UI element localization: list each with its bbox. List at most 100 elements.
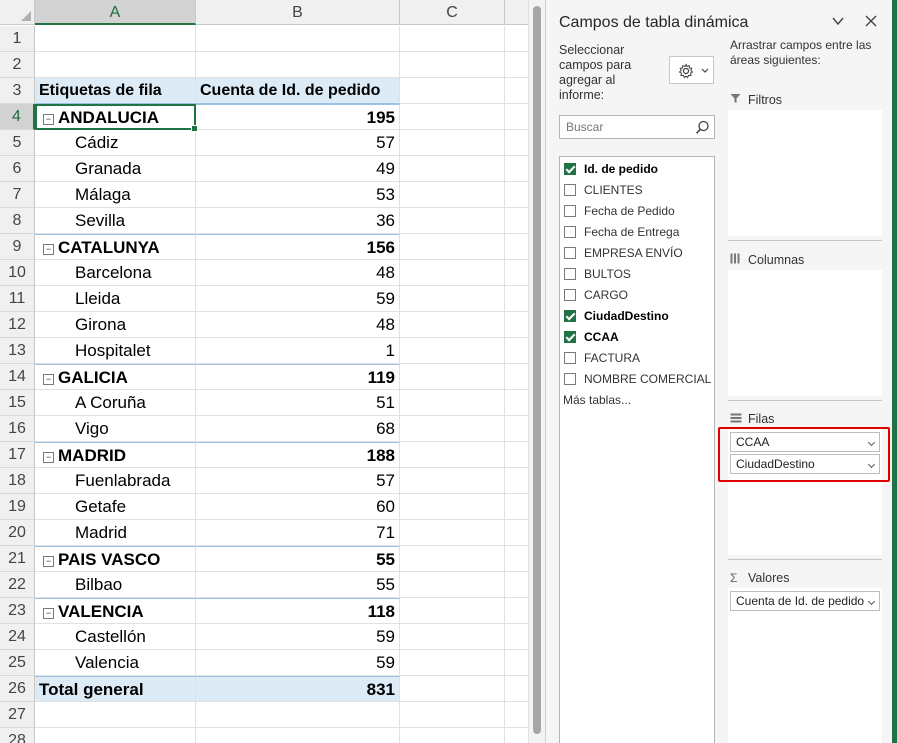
columns-area[interactable]: Columnas	[728, 248, 882, 398]
empty-cell[interactable]	[505, 338, 528, 364]
field-checkbox[interactable]	[564, 163, 576, 175]
row-header[interactable]: 22	[0, 572, 35, 598]
pivot-group-value[interactable]: 188	[196, 442, 400, 468]
column-header-b[interactable]: B	[196, 0, 400, 25]
tools-gear-button[interactable]	[669, 56, 714, 84]
pivot-item-label[interactable]: Granada	[35, 156, 196, 182]
values-field-chip[interactable]: Cuenta de Id. de pedido	[730, 591, 880, 611]
pivot-item-value[interactable]: 48	[196, 312, 400, 338]
vertical-scrollbar[interactable]	[528, 0, 545, 743]
row-header[interactable]: 18	[0, 468, 35, 494]
row-header[interactable]: 11	[0, 286, 35, 312]
empty-cell[interactable]	[400, 312, 505, 338]
field-checkbox[interactable]	[564, 373, 576, 385]
empty-cell[interactable]	[505, 676, 528, 702]
collapse-toggle-icon[interactable]: −	[43, 452, 54, 463]
row-header[interactable]: 21	[0, 546, 35, 572]
row-header[interactable]: 4	[0, 104, 35, 130]
empty-cell[interactable]	[400, 286, 505, 312]
pivot-row-labels-header[interactable]: Etiquetas de fila	[35, 78, 196, 104]
collapse-toggle-icon[interactable]: −	[43, 374, 54, 385]
empty-cell[interactable]	[505, 234, 528, 260]
empty-cell[interactable]	[35, 728, 196, 743]
empty-cell[interactable]	[400, 260, 505, 286]
field-checkbox[interactable]	[564, 289, 576, 301]
empty-cell[interactable]	[400, 416, 505, 442]
pivot-item-label[interactable]: Lleida	[35, 286, 196, 312]
empty-cell[interactable]	[196, 702, 400, 728]
pivot-item-label[interactable]: Barcelona	[35, 260, 196, 286]
pivot-group-label[interactable]: − VALENCIA	[35, 598, 196, 624]
pivot-item-label[interactable]: Girona	[35, 312, 196, 338]
pivot-item-value[interactable]: 55	[196, 572, 400, 598]
column-header-c[interactable]: C	[400, 0, 505, 25]
row-header[interactable]: 6	[0, 156, 35, 182]
chevron-down-icon[interactable]	[867, 597, 876, 606]
row-header[interactable]: 27	[0, 702, 35, 728]
row-header[interactable]: 7	[0, 182, 35, 208]
pivot-item-value[interactable]: 1	[196, 338, 400, 364]
empty-cell[interactable]	[505, 182, 528, 208]
pivot-item-label[interactable]: Getafe	[35, 494, 196, 520]
empty-cell[interactable]	[505, 312, 528, 338]
collapse-toggle-icon[interactable]: −	[43, 244, 54, 255]
row-header[interactable]: 14	[0, 364, 35, 390]
empty-cell[interactable]	[400, 234, 505, 260]
row-header[interactable]: 28	[0, 728, 35, 743]
pivot-item-label[interactable]: Castellón	[35, 624, 196, 650]
pivot-group-value[interactable]: 156	[196, 234, 400, 260]
empty-cell[interactable]	[400, 572, 505, 598]
empty-cell[interactable]	[505, 130, 528, 156]
pivot-group-value[interactable]: 55	[196, 546, 400, 572]
empty-cell[interactable]	[35, 26, 196, 52]
spreadsheet-grid[interactable]: A B C 1 2 3 4 5 6 7 8 9 10 11 12 13 14 15 16 17 18 19 20 21 2…	[0, 0, 528, 743]
empty-cell[interactable]	[505, 728, 528, 743]
empty-cell[interactable]	[505, 546, 528, 572]
pivot-group-value[interactable]: 195	[196, 104, 400, 130]
pivot-item-value[interactable]: 36	[196, 208, 400, 234]
empty-cell[interactable]	[400, 702, 505, 728]
column-header-d[interactable]	[505, 0, 528, 25]
field-checkbox[interactable]	[564, 184, 576, 196]
empty-cell[interactable]	[505, 702, 528, 728]
pivot-item-label[interactable]: Cádiz	[35, 130, 196, 156]
pivot-item-value[interactable]: 60	[196, 494, 400, 520]
empty-cell[interactable]	[505, 494, 528, 520]
row-header[interactable]: 9	[0, 234, 35, 260]
pivot-item-label[interactable]: Bilbao	[35, 572, 196, 598]
empty-cell[interactable]	[505, 156, 528, 182]
field-checkbox[interactable]	[564, 226, 576, 238]
grand-total-value[interactable]: 831	[196, 676, 400, 702]
pivot-item-value[interactable]: 53	[196, 182, 400, 208]
empty-cell[interactable]	[400, 390, 505, 416]
row-header[interactable]: 23	[0, 598, 35, 624]
empty-cell[interactable]	[505, 624, 528, 650]
pivot-group-label[interactable]: − CATALUNYA	[35, 234, 196, 260]
row-header[interactable]: 3	[0, 78, 35, 104]
empty-cell[interactable]	[505, 78, 528, 104]
pane-options-chevron-icon[interactable]	[831, 14, 845, 33]
empty-cell[interactable]	[196, 728, 400, 743]
empty-cell[interactable]	[400, 494, 505, 520]
pivot-item-value[interactable]: 59	[196, 624, 400, 650]
pivot-group-label[interactable]: − ANDALUCIA	[35, 104, 196, 130]
pivot-item-value[interactable]: 49	[196, 156, 400, 182]
row-header[interactable]: 13	[0, 338, 35, 364]
pivot-item-label[interactable]: Fuenlabrada	[35, 468, 196, 494]
values-drop-zone[interactable]: Cuenta de Id. de pedido	[728, 588, 882, 743]
empty-cell[interactable]	[400, 78, 505, 104]
empty-cell[interactable]	[400, 520, 505, 546]
row-header[interactable]: 8	[0, 208, 35, 234]
row-header[interactable]: 20	[0, 520, 35, 546]
empty-cell[interactable]	[400, 676, 505, 702]
pivot-group-value[interactable]: 118	[196, 598, 400, 624]
empty-cell[interactable]	[400, 182, 505, 208]
pivot-group-label[interactable]: − MADRID	[35, 442, 196, 468]
pivot-item-label[interactable]: A Coruña	[35, 390, 196, 416]
field-checkbox[interactable]	[564, 205, 576, 217]
empty-cell[interactable]	[505, 208, 528, 234]
empty-cell[interactable]	[400, 104, 505, 130]
empty-cell[interactable]	[505, 286, 528, 312]
pivot-values-header[interactable]: Cuenta de Id. de pedido	[196, 78, 400, 104]
filters-area[interactable]: Filtros	[728, 88, 882, 238]
